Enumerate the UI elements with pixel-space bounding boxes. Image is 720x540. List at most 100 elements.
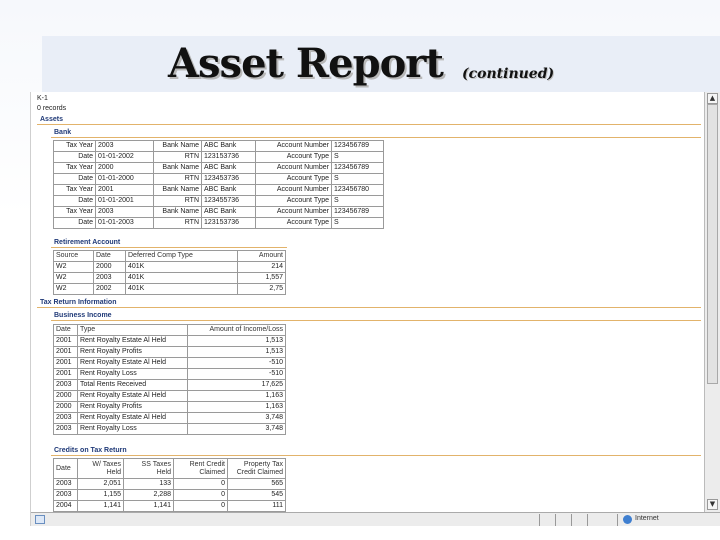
bank-name-value: ABC Bank bbox=[201, 140, 256, 152]
account-type-label: Account Type bbox=[255, 195, 332, 207]
table-cell: 2001 bbox=[53, 357, 78, 369]
account-type-value: S bbox=[331, 217, 384, 229]
table-cell: -510 bbox=[187, 357, 286, 369]
browser-window: K-1 0 records Assets Bank Tax Year 2003 Ba… bbox=[30, 92, 720, 526]
account-number-label: Account Number bbox=[255, 206, 332, 218]
account-number-label: Account Number bbox=[255, 162, 332, 174]
table-cell: 2,75 bbox=[237, 283, 286, 295]
tax-year-label: Tax Year bbox=[53, 206, 96, 218]
table-row: 2001 Rent Royalty Loss -510 bbox=[53, 368, 286, 380]
table-cell: 2003 bbox=[53, 379, 78, 391]
table-row: 2003 2,051 133 0 565 bbox=[53, 478, 286, 490]
bank-name-label: Bank Name bbox=[153, 162, 202, 174]
column-header: Property Tax Credit Claimed bbox=[227, 458, 286, 479]
table-cell: 2,288 bbox=[123, 489, 174, 501]
table-row: 2001 Rent Royalty Estate Al Held 1,513 bbox=[53, 335, 286, 347]
table-cell: 2004 bbox=[53, 500, 78, 512]
status-divider bbox=[555, 514, 556, 526]
bank-name-value: ABC Bank bbox=[201, 184, 256, 196]
table-cell: 2003 bbox=[53, 423, 78, 435]
table-cell: 1,513 bbox=[187, 335, 286, 347]
table-row: 2000 Rent Royalty Profits 1,163 bbox=[53, 401, 286, 413]
table-cell: Total Rents Received bbox=[77, 379, 188, 391]
tax-year-label: Tax Year bbox=[53, 162, 96, 174]
table-cell: 133 bbox=[123, 478, 174, 490]
table-cell: 17,625 bbox=[187, 379, 286, 391]
table-row: 2003 1,155 2,288 0 545 bbox=[53, 489, 286, 501]
rtn-value: 123453736 bbox=[201, 173, 256, 185]
bank-row-year: Tax Year 2000 Bank Name ABC Bank Account Num… bbox=[53, 162, 384, 174]
rtn-label: RTN bbox=[153, 151, 202, 163]
account-number-value: 123456789 bbox=[331, 162, 384, 174]
report-content: K-1 0 records Assets Bank Tax Year 2003 Ba… bbox=[31, 92, 705, 512]
date-label: Date bbox=[53, 195, 96, 207]
table-row: 2001 Rent Royalty Profits 1,513 bbox=[53, 346, 286, 358]
rtn-label: RTN bbox=[153, 173, 202, 185]
bank-row-year: Tax Year 2003 Bank Name ABC Bank Account Num… bbox=[53, 140, 384, 152]
table-cell: Rent Royalty Loss bbox=[77, 368, 188, 380]
page-icon bbox=[35, 515, 45, 524]
bank-row-date: Date 01-01-2003 RTN 123153736 Account Type S bbox=[53, 217, 384, 229]
retirement-table: Source Date Deferred Comp Type Amount W2 200… bbox=[53, 250, 286, 295]
scrollbar-thumb[interactable] bbox=[707, 104, 718, 384]
account-number-value: 123456780 bbox=[331, 184, 384, 196]
tax-return-heading: Tax Return Information bbox=[37, 298, 701, 308]
rtn-value: 123455736 bbox=[201, 195, 256, 207]
table-cell: Rent Royalty Estate Al Held bbox=[77, 390, 188, 402]
table-cell: 3,748 bbox=[187, 412, 286, 424]
table-cell: 2001 bbox=[53, 335, 78, 347]
bank-name-value: ABC Bank bbox=[201, 206, 256, 218]
vertical-scrollbar[interactable]: ▲ ▼ bbox=[704, 92, 720, 512]
table-cell: 1,557 bbox=[237, 272, 286, 284]
table-cell: 401K bbox=[125, 261, 238, 273]
date-value: 01-01-2000 bbox=[95, 173, 154, 185]
credits-table: Date W/ Taxes Held SS Taxes Held Rent Credi… bbox=[53, 458, 286, 512]
bank-row-date: Date 01-01-2001 RTN 123455736 Account Type S bbox=[53, 195, 384, 207]
table-cell: 401K bbox=[125, 272, 238, 284]
account-type-label: Account Type bbox=[255, 217, 332, 229]
bank-heading: Bank bbox=[51, 128, 701, 138]
tax-year-value: 2000 bbox=[95, 162, 154, 174]
tax-year-value: 2001 bbox=[95, 184, 154, 196]
status-divider bbox=[617, 514, 618, 526]
column-header: Amount of Income/Loss bbox=[187, 324, 286, 336]
table-cell: 2000 bbox=[53, 390, 78, 402]
assets-heading: Assets bbox=[37, 115, 701, 125]
table-cell: 2002 bbox=[93, 283, 126, 295]
table-cell: 2003 bbox=[93, 272, 126, 284]
internet-zone-icon bbox=[623, 515, 632, 524]
date-value: 01-01-2003 bbox=[95, 217, 154, 229]
account-number-value: 123456789 bbox=[331, 206, 384, 218]
table-cell: W2 bbox=[53, 283, 94, 295]
tax-year-value: 2003 bbox=[95, 140, 154, 152]
table-cell: 0 bbox=[173, 500, 228, 512]
scroll-down-arrow-icon[interactable]: ▼ bbox=[707, 499, 718, 510]
status-divider bbox=[587, 514, 588, 526]
account-number-label: Account Number bbox=[255, 140, 332, 152]
table-cell: 1,513 bbox=[187, 346, 286, 358]
table-cell: W2 bbox=[53, 272, 94, 284]
bank-row-year: Tax Year 2001 Bank Name ABC Bank Account Num… bbox=[53, 184, 384, 196]
scroll-up-arrow-icon[interactable]: ▲ bbox=[707, 93, 718, 104]
table-row: 2000 Rent Royalty Estate Al Held 1,163 bbox=[53, 390, 286, 402]
retirement-heading: Retirement Account bbox=[51, 238, 287, 248]
table-cell: 111 bbox=[227, 500, 286, 512]
bank-name-value: ABC Bank bbox=[201, 162, 256, 174]
table-cell: 1,163 bbox=[187, 401, 286, 413]
tax-year-label: Tax Year bbox=[53, 184, 96, 196]
table-cell: 545 bbox=[227, 489, 286, 501]
bank-row-year: Tax Year 2003 Bank Name ABC Bank Account Num… bbox=[53, 206, 384, 218]
account-type-value: S bbox=[331, 173, 384, 185]
table-cell: Rent Royalty Estate Al Held bbox=[77, 357, 188, 369]
bank-name-label: Bank Name bbox=[153, 184, 202, 196]
status-divider bbox=[571, 514, 572, 526]
rtn-label: RTN bbox=[153, 195, 202, 207]
column-header: Deferred Comp Type bbox=[125, 250, 238, 262]
account-type-label: Account Type bbox=[255, 173, 332, 185]
rtn-label: RTN bbox=[153, 217, 202, 229]
table-row: 2003 Total Rents Received 17,625 bbox=[53, 379, 286, 391]
table-cell: 2001 bbox=[53, 346, 78, 358]
table-cell: 1,155 bbox=[77, 489, 124, 501]
table-row: 2004 1,141 1,141 0 111 bbox=[53, 500, 286, 512]
table-cell: 1,141 bbox=[77, 500, 124, 512]
